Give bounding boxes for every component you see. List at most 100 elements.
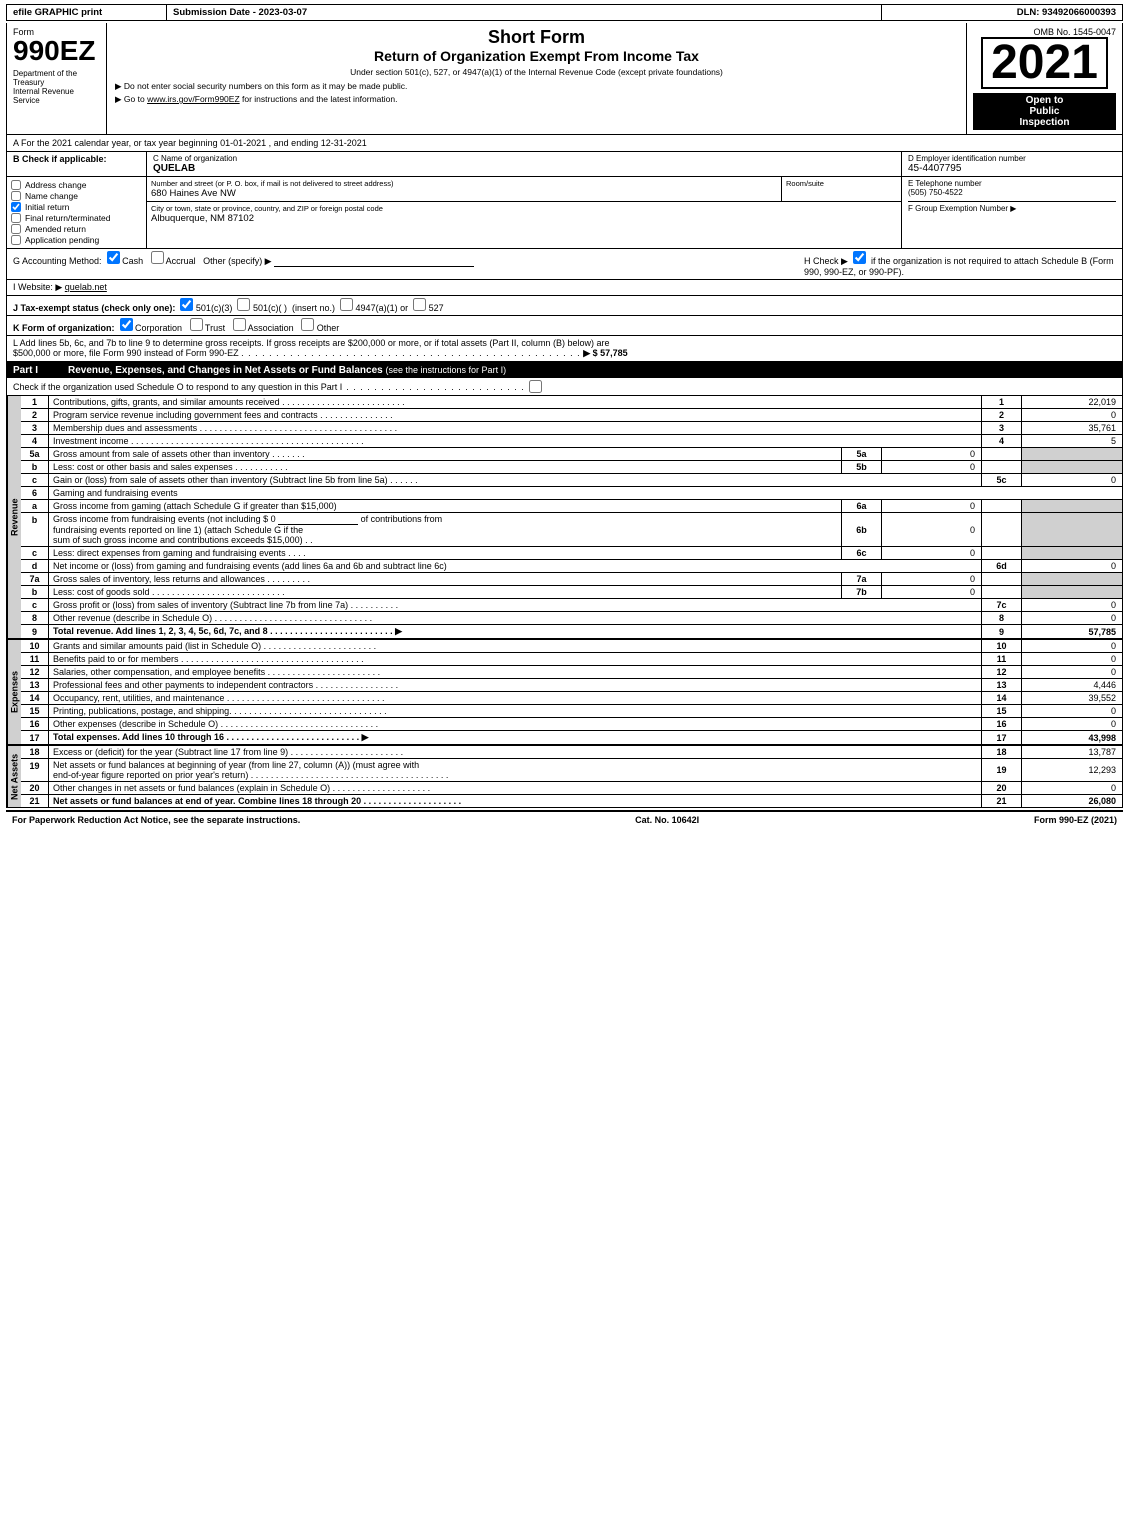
accrual-checkbox[interactable] (151, 251, 164, 264)
f-label2: Number (980, 204, 1008, 213)
section-g: G Accounting Method: Cash Accrual Other … (13, 251, 796, 277)
section-l: L Add lines 5b, 6c, and 7b to line 9 to … (7, 336, 1122, 363)
row-4: 4 Investment income . . . . . . . . . . … (21, 435, 1122, 448)
row1-linenum: 1 (982, 396, 1022, 408)
row7b-midvalue: 0 (882, 586, 982, 598)
dln-number: DLN: 93492066000393 (882, 5, 1122, 20)
expenses-section: Expenses 10 Grants and similar amounts p… (7, 640, 1122, 746)
row16-label: Other expenses (describe in Schedule O) … (49, 718, 982, 730)
name-change-checkbox[interactable] (11, 191, 21, 201)
application-pending-checkbox[interactable] (11, 235, 21, 245)
row-6: 6 Gaming and fundraising events (21, 487, 1122, 500)
row14-linenum: 14 (982, 692, 1022, 704)
row1-value: 22,019 (1022, 396, 1122, 408)
other-org-checkbox[interactable] (301, 318, 314, 331)
4947-checkbox[interactable] (340, 298, 353, 311)
instruction2: ▶ Go to www.irs.gov/Form990EZ for instru… (115, 94, 958, 105)
footer-form: Form 990-EZ (2021) (1034, 815, 1117, 825)
amended-return-label: Amended return (25, 224, 86, 234)
row-14: 14 Occupancy, rent, utilities, and maint… (21, 692, 1122, 705)
row20-label: Other changes in net assets or fund bala… (49, 782, 982, 794)
efile-label: efile GRAPHIC print (7, 5, 167, 20)
row10-label: Grants and similar amounts paid (list in… (49, 640, 982, 652)
row3-linenum: 3 (982, 422, 1022, 434)
section-h: H Check ▶ if the organization is not req… (796, 251, 1116, 277)
address-change-checkbox[interactable] (11, 180, 21, 190)
row13-label: Professional fees and other payments to … (49, 679, 982, 691)
row16-value: 0 (1022, 718, 1122, 730)
irs-link[interactable]: www.irs.gov/Form990EZ (147, 94, 240, 104)
row15-label: Printing, publications, postage, and shi… (49, 705, 982, 717)
row7c-num: c (21, 599, 49, 611)
form-title-area: Short Form Return of Organization Exempt… (107, 23, 967, 134)
application-pending-label: Application pending (25, 235, 99, 245)
address-change-row: Address change (11, 180, 142, 190)
f-label: F Group Exemption (908, 204, 977, 213)
row18-num: 18 (21, 746, 49, 758)
row19-label: Net assets or fund balances at beginning… (49, 759, 982, 781)
assoc-checkbox[interactable] (233, 318, 246, 331)
row6c-value-shaded (1022, 547, 1122, 559)
row6d-value: 0 (1022, 560, 1122, 572)
row5b-num: b (21, 461, 49, 473)
row5b-linenum-empty (982, 461, 1022, 473)
row17-linenum: 17 (982, 731, 1022, 744)
website-link[interactable]: quelab.net (65, 282, 107, 292)
section-i: I Website: ▶ quelab.net (7, 280, 1122, 296)
row6a-midvalue: 0 (882, 500, 982, 512)
row6-label: Gaming and fundraising events (49, 487, 1122, 499)
trust-checkbox[interactable] (190, 318, 203, 331)
row20-value: 0 (1022, 782, 1122, 794)
corp-checkbox[interactable] (120, 318, 133, 331)
initial-return-checkbox[interactable] (11, 202, 21, 212)
row-19: 19 Net assets or fund balances at beginn… (21, 759, 1122, 782)
row6d-num: d (21, 560, 49, 572)
row5a-linenum-empty (982, 448, 1022, 460)
row6d-label: Net income or (loss) from gaming and fun… (49, 560, 982, 572)
row13-linenum: 13 (982, 679, 1022, 691)
row13-num: 13 (21, 679, 49, 691)
schedule-o-checkbox[interactable] (529, 380, 542, 393)
row6b-num: b (21, 513, 49, 546)
row5a-value-shaded (1022, 448, 1122, 460)
final-return-row: Final return/terminated (11, 213, 142, 223)
row8-num: 8 (21, 612, 49, 624)
tax-year: 2021 (981, 37, 1108, 89)
final-return-checkbox[interactable] (11, 213, 21, 223)
amended-return-checkbox[interactable] (11, 224, 21, 234)
row2-value: 0 (1022, 409, 1122, 421)
application-pending-row: Application pending (11, 235, 142, 245)
row6b-midvalue: 0 (882, 513, 982, 546)
row12-linenum: 12 (982, 666, 1022, 678)
row5c-num: c (21, 474, 49, 486)
row-9: 9 Total revenue. Add lines 1, 2, 3, 4, 5… (21, 625, 1122, 638)
top-bar: efile GRAPHIC print Submission Date - 20… (6, 4, 1123, 21)
page: efile GRAPHIC print Submission Date - 20… (0, 0, 1129, 832)
row16-num: 16 (21, 718, 49, 730)
part1-header: Part I Revenue, Expenses, and Changes in… (7, 363, 1122, 378)
h-checkbox[interactable] (853, 251, 866, 264)
main-form-body: B Check if applicable: C Name of organiz… (6, 152, 1123, 808)
row7b-linenum-empty (982, 586, 1022, 598)
footer-paperwork: For Paperwork Reduction Act Notice, see … (12, 815, 300, 825)
row7c-label: Gross profit or (loss) from sales of inv… (49, 599, 982, 611)
row8-value: 0 (1022, 612, 1122, 624)
cash-checkbox[interactable] (107, 251, 120, 264)
row1-label: Contributions, gifts, grants, and simila… (49, 396, 982, 408)
527-checkbox[interactable] (413, 298, 426, 311)
row6d-linenum: 6d (982, 560, 1022, 572)
row20-num: 20 (21, 782, 49, 794)
row19-linenum: 19 (982, 759, 1022, 781)
row-6d: d Net income or (loss) from gaming and f… (21, 560, 1122, 573)
row7a-midlabel: 7a (842, 573, 882, 585)
schedule-o-check-row: Check if the organization used Schedule … (7, 378, 1122, 396)
net-assets-section: Net Assets 18 Excess or (deficit) for th… (7, 746, 1122, 807)
row-10: 10 Grants and similar amounts paid (list… (21, 640, 1122, 653)
submission-date: Submission Date - 2023-03-07 (167, 5, 882, 20)
row5a-num: 5a (21, 448, 49, 460)
row6b-value-shaded (1022, 513, 1122, 546)
name-change-row: Name change (11, 191, 142, 201)
row9-linenum: 9 (982, 625, 1022, 638)
501c3-checkbox[interactable] (180, 298, 193, 311)
501c-checkbox[interactable] (237, 298, 250, 311)
